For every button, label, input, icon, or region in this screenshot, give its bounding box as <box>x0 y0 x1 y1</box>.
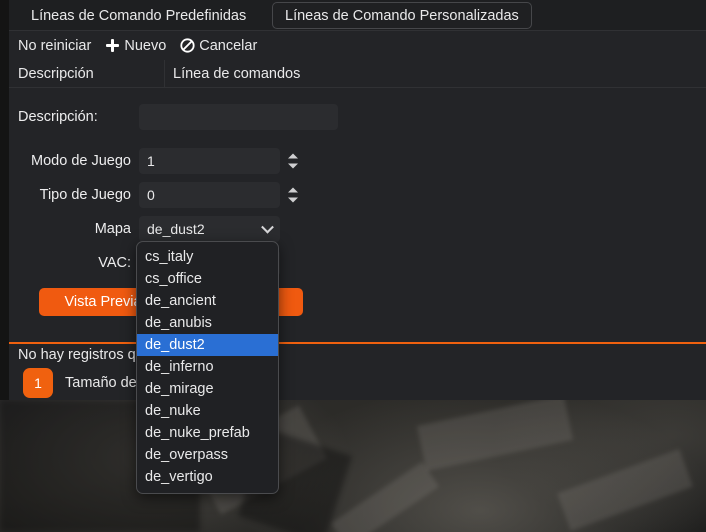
gametype-stepper[interactable] <box>288 187 298 203</box>
dropdown-option[interactable]: de_overpass <box>137 444 278 466</box>
gamemode-stepper[interactable] <box>288 153 298 169</box>
tab-custom-command-lines[interactable]: Líneas de Comando Personalizadas <box>272 2 532 29</box>
no-restart-label: No reiniciar <box>18 37 92 54</box>
window-left-edge <box>0 0 9 400</box>
description-label: Descripción: <box>18 109 98 125</box>
dropdown-option[interactable]: de_nuke <box>137 400 278 422</box>
pager: 1 Tamaño de página <box>9 368 706 398</box>
stepper-up-icon[interactable] <box>288 187 298 193</box>
description-input[interactable] <box>139 104 338 130</box>
gamemode-input[interactable] <box>139 148 280 174</box>
map-label: Mapa <box>94 221 131 237</box>
dropdown-option[interactable]: cs_italy <box>137 246 278 268</box>
new-button-label: Nuevo <box>124 37 167 54</box>
form-actions: Vista Previa Cancelar <box>9 288 706 316</box>
ban-icon <box>180 38 195 53</box>
dropdown-option[interactable]: de_ancient <box>137 290 278 312</box>
dropdown-option[interactable]: de_anubis <box>137 312 278 334</box>
stepper-down-icon[interactable] <box>288 197 298 203</box>
dropdown-option[interactable]: de_nuke_prefab <box>137 422 278 444</box>
plus-icon <box>105 38 120 53</box>
vac-label: VAC: <box>98 255 131 271</box>
stepper-up-icon[interactable] <box>288 153 298 159</box>
gamemode-label: Modo de Juego <box>31 153 131 169</box>
command-lines-panel: Líneas de Comando Predefinidas Líneas de… <box>9 0 706 400</box>
column-header-command-line[interactable]: Línea de comandos <box>164 60 706 87</box>
toolbar: No reiniciar Nuevo Cancelar <box>9 31 706 60</box>
map-select[interactable]: de_dust2 <box>139 216 280 242</box>
record-edit-form: Descripción: Modo de Juego Tipo de Juego <box>9 88 706 316</box>
dropdown-option[interactable]: de_vertigo <box>137 466 278 488</box>
dropdown-option[interactable]: de_mirage <box>137 378 278 400</box>
dropdown-option-selected[interactable]: de_dust2 <box>137 334 278 356</box>
status-bar: No hay registros que mostrar 1 Tamaño de… <box>9 342 706 398</box>
dropdown-option[interactable]: cs_office <box>137 268 278 290</box>
map-dropdown-list[interactable]: cs_italy cs_office de_ancient de_anubis … <box>136 241 279 494</box>
chevron-down-icon <box>261 220 274 234</box>
map-select-value: de_dust2 <box>147 221 205 237</box>
tab-predefined-command-lines[interactable]: Líneas de Comando Predefinidas <box>19 2 258 29</box>
new-button[interactable]: Nuevo <box>105 38 166 54</box>
tab-strip: Líneas de Comando Predefinidas Líneas de… <box>9 0 706 31</box>
stepper-down-icon[interactable] <box>288 163 298 169</box>
gametype-input[interactable] <box>139 182 280 208</box>
empty-records-message: No hay registros que mostrar <box>18 347 205 363</box>
cancel-toolbar-button[interactable]: Cancelar <box>180 38 257 54</box>
cancel-toolbar-label: Cancelar <box>199 37 258 54</box>
gametype-label: Tipo de Juego <box>39 187 131 203</box>
page-number-badge[interactable]: 1 <box>23 368 53 398</box>
column-header-description[interactable]: Descripción <box>9 66 164 82</box>
dropdown-option[interactable]: de_inferno <box>137 356 278 378</box>
records-table-header: Descripción Línea de comandos <box>9 60 706 88</box>
